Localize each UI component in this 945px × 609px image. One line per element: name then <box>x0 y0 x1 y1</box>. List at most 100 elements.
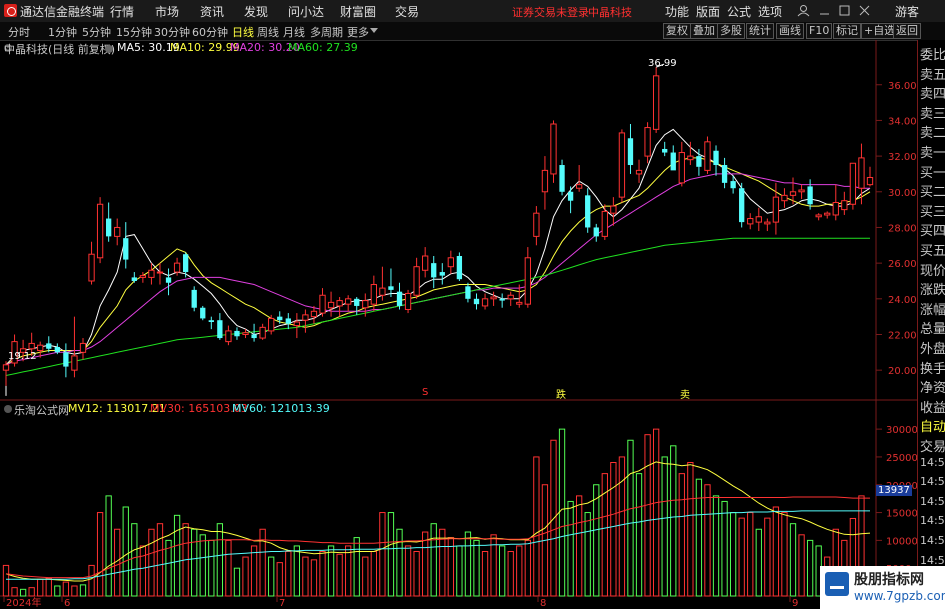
candle[interactable] <box>585 188 591 233</box>
candle[interactable] <box>739 182 745 228</box>
candle[interactable] <box>473 293 480 310</box>
candle[interactable] <box>388 268 394 298</box>
volume-bar[interactable] <box>404 545 412 597</box>
candle[interactable] <box>310 305 318 324</box>
candle[interactable] <box>345 295 352 312</box>
volume-bar[interactable] <box>362 556 369 597</box>
volume-bar[interactable] <box>593 484 600 597</box>
settings-circle-icon[interactable] <box>104 44 114 54</box>
candle[interactable] <box>439 263 445 285</box>
volume-bar[interactable] <box>584 512 591 597</box>
candle[interactable] <box>422 247 429 278</box>
volume-bar[interactable] <box>173 514 181 597</box>
candle[interactable] <box>106 202 112 242</box>
candle[interactable] <box>490 291 497 306</box>
volume-bar[interactable] <box>11 587 18 597</box>
candle[interactable] <box>866 166 874 187</box>
volume-bar[interactable] <box>54 585 61 597</box>
volume-bar[interactable] <box>379 512 386 597</box>
candle[interactable] <box>499 293 505 308</box>
candle[interactable] <box>88 241 95 285</box>
volume-bar[interactable] <box>208 539 215 597</box>
volume-bar[interactable] <box>738 517 745 597</box>
candle[interactable] <box>251 323 257 342</box>
volume-bar[interactable] <box>345 545 352 597</box>
volume-bar[interactable] <box>422 531 429 597</box>
candle[interactable] <box>721 157 728 189</box>
volume-bar[interactable] <box>490 534 497 597</box>
candle[interactable] <box>841 191 848 215</box>
candle[interactable] <box>747 213 754 230</box>
volume-bar[interactable] <box>798 534 805 597</box>
volume-bar[interactable] <box>806 539 814 597</box>
candle[interactable] <box>327 291 335 317</box>
candle[interactable] <box>465 282 471 303</box>
volume-bar[interactable] <box>781 512 788 597</box>
candle[interactable] <box>662 141 668 157</box>
candle[interactable] <box>652 67 660 133</box>
volume-bar[interactable] <box>216 523 224 597</box>
candle[interactable] <box>413 257 420 299</box>
volume-bar[interactable] <box>704 484 711 597</box>
volume-bar[interactable] <box>721 500 728 597</box>
volume-bar[interactable] <box>678 473 685 597</box>
candle[interactable] <box>447 250 454 274</box>
volume-bar[interactable] <box>755 528 762 597</box>
candle[interactable] <box>234 327 240 340</box>
volume-bar[interactable] <box>233 567 241 597</box>
candle[interactable] <box>815 213 822 221</box>
candle[interactable] <box>225 325 232 346</box>
volume-bar[interactable] <box>122 506 129 597</box>
volume-bar[interactable] <box>199 534 206 597</box>
volume-bar[interactable] <box>45 577 52 597</box>
volume-bar[interactable] <box>370 551 377 597</box>
candle[interactable] <box>379 266 386 301</box>
volume-bar[interactable] <box>191 528 198 597</box>
candle[interactable] <box>456 252 463 281</box>
volume-bar[interactable] <box>396 528 403 597</box>
candle[interactable] <box>139 272 147 283</box>
volume-bar[interactable] <box>319 551 326 597</box>
volume-bar[interactable] <box>276 562 283 597</box>
volume-bar[interactable] <box>353 537 360 597</box>
candle[interactable] <box>208 316 214 330</box>
candle[interactable] <box>2 361 10 386</box>
volume-bar[interactable] <box>250 545 258 597</box>
candle[interactable] <box>165 268 172 296</box>
volume-bar[interactable] <box>772 506 780 597</box>
volume-bar[interactable] <box>413 551 420 597</box>
volume-bar[interactable] <box>148 528 155 597</box>
candle[interactable] <box>217 313 223 340</box>
candle[interactable] <box>431 256 437 289</box>
candle[interactable] <box>404 289 412 314</box>
volume-bar[interactable] <box>687 462 694 597</box>
volume-bar[interactable] <box>747 512 754 597</box>
candle[interactable] <box>293 313 301 339</box>
candle[interactable] <box>593 223 599 242</box>
volume-bar[interactable] <box>2 564 10 597</box>
volume-bar[interactable] <box>28 587 35 597</box>
volume-bar[interactable] <box>712 495 720 597</box>
volume-bar[interactable] <box>652 428 660 597</box>
candle[interactable] <box>200 305 206 321</box>
volume-bar[interactable] <box>789 523 797 597</box>
candle[interactable] <box>259 323 266 340</box>
candle[interactable] <box>319 288 326 317</box>
volume-bar[interactable] <box>499 545 506 597</box>
candle[interactable] <box>46 336 52 353</box>
volume-bar[interactable] <box>310 559 318 597</box>
candle[interactable] <box>610 197 617 226</box>
volume-bar[interactable] <box>242 556 249 597</box>
volume-bar[interactable] <box>764 517 771 597</box>
volume-bar[interactable] <box>88 564 95 597</box>
volume-bar[interactable] <box>575 495 583 597</box>
kline-chart[interactable]: 20.00 22.00 24.00 26.00 28.00 30.00 32.00 34.00… <box>0 0 945 609</box>
candle[interactable] <box>807 179 813 210</box>
candle[interactable] <box>849 162 857 210</box>
volume-bar[interactable] <box>430 523 437 597</box>
candle[interactable] <box>131 272 137 283</box>
volume-bar[interactable] <box>456 545 463 597</box>
candle[interactable] <box>704 136 711 174</box>
volume-bar[interactable] <box>62 581 70 597</box>
candle[interactable] <box>832 184 839 221</box>
